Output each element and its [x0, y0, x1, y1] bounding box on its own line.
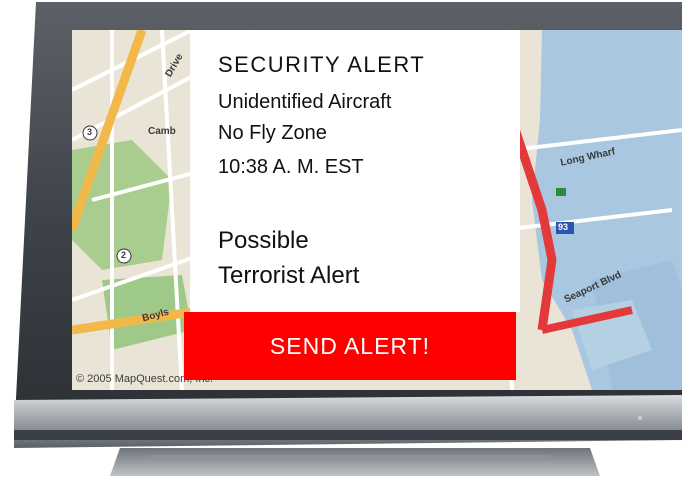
route-shield: 3 [87, 127, 93, 137]
alert-detail: No Fly Zone [218, 122, 327, 144]
street-label: Camb [148, 126, 176, 137]
alert-time: 10:38 A. M. EST [218, 156, 364, 178]
route-shield: 93 [558, 222, 569, 232]
security-alert-panel: SECURITY ALERT Unidentified Aircraft No … [190, 30, 520, 312]
alert-title: SECURITY ALERT [218, 52, 426, 77]
alert-warning: Terrorist Alert [218, 262, 360, 289]
alert-warning: Possible [218, 227, 309, 254]
route-shield: 2 [121, 250, 127, 260]
send-alert-button[interactable]: SEND ALERT! [184, 312, 516, 380]
alert-detail: Unidentified Aircraft [218, 91, 392, 113]
